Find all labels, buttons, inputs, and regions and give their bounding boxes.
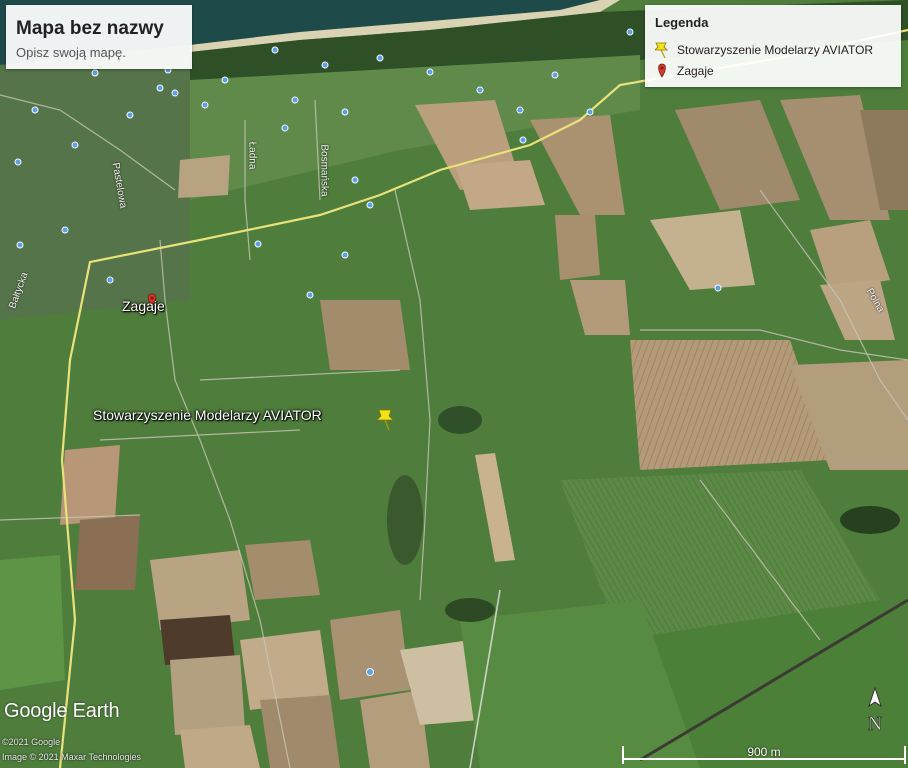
road-label-bosmanska: Bosmańska [318, 144, 330, 197]
google-earth-logo: Google Earth [4, 700, 120, 722]
legend-item-label: Stowarzyszenie Modelarzy AVIATOR [677, 43, 874, 57]
map-title-card[interactable]: Mapa bez nazwy Opisz swoją mapę. [6, 5, 192, 69]
copyright-imagery: Image © 2021 Maxar Technologies [2, 752, 142, 762]
scale-bar: 900 m [622, 745, 906, 764]
legend-item-zagaje[interactable]: Zagaje [655, 62, 714, 80]
copyright-google: ©2021 Google [2, 737, 61, 747]
satellite-map[interactable] [0, 0, 908, 768]
scale-label: 900 m [747, 745, 781, 759]
legend-panel: Legenda Stowarzyszenie Modelarzy AVIATOR… [645, 5, 901, 87]
yellow-pushpin-icon [655, 42, 668, 58]
place-label-aviator[interactable]: Stowarzyszenie Modelarzy AVIATOR [93, 407, 322, 423]
legend-title: Legenda [655, 15, 709, 30]
road-label-ladna: Ładna [246, 141, 258, 170]
compass-label: N [868, 713, 882, 735]
compass[interactable]: N [860, 686, 890, 736]
map-title[interactable]: Mapa bez nazwy [16, 18, 164, 40]
legend-item-aviator[interactable]: Stowarzyszenie Modelarzy AVIATOR [655, 41, 873, 59]
legend-item-label: Zagaje [677, 64, 714, 78]
place-label-zagaje[interactable]: Zagaje [122, 298, 165, 314]
red-placemark-icon [658, 63, 666, 78]
map-description[interactable]: Opisz swoją mapę. [16, 45, 126, 60]
north-arrow-icon: N [867, 686, 883, 735]
